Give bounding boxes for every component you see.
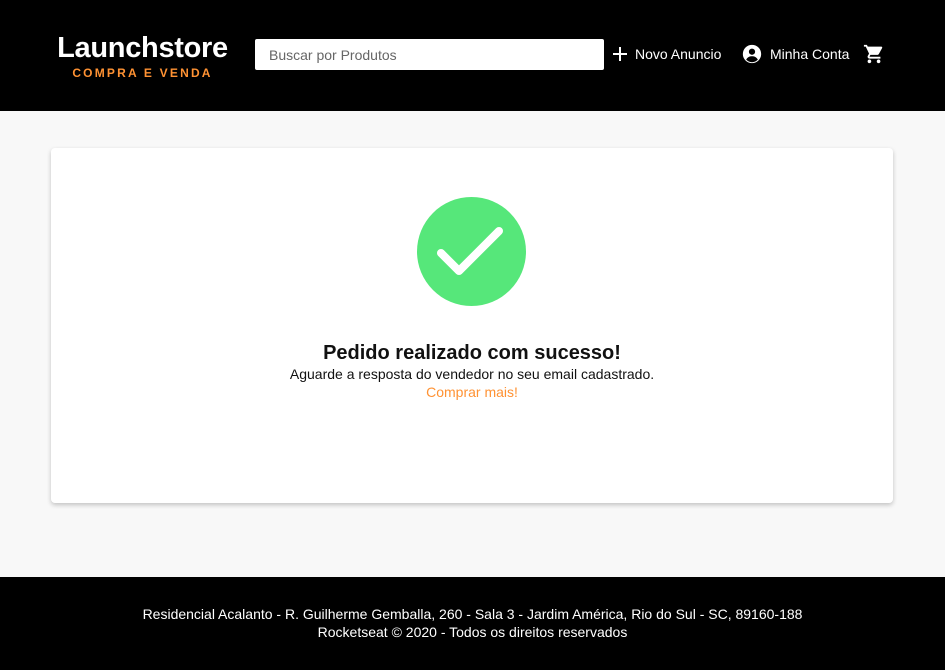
success-message: Aguarde a resposta do vendedor no seu em… (289, 366, 655, 382)
main-content: Pedido realizado com sucesso! Aguarde a … (0, 111, 945, 577)
footer-copyright: Rocketseat © 2020 - Todos os direitos re… (317, 624, 628, 640)
account-circle-icon (741, 43, 763, 65)
plus-icon (612, 46, 628, 62)
new-ad-label: Novo Anuncio (635, 46, 722, 62)
page-footer: Residencial Acalanto - R. Guilherme Gemb… (0, 577, 945, 670)
search-input[interactable] (255, 39, 604, 70)
brand-logo-link[interactable]: Launchstore COMPRA E VENDA (50, 30, 235, 80)
check-circle-icon (417, 197, 526, 306)
buy-more-link[interactable]: Comprar mais! (51, 384, 893, 400)
footer-address: Residencial Acalanto - R. Guilherme Gemb… (142, 606, 803, 622)
shopping-cart-icon (863, 43, 885, 65)
success-title: Pedido realizado com sucesso! (323, 342, 621, 364)
brand-title: Launchstore (57, 32, 228, 64)
cart-button[interactable] (863, 42, 885, 66)
my-account-label: Minha Conta (770, 46, 850, 62)
success-card: Pedido realizado com sucesso! Aguarde a … (51, 148, 893, 503)
my-account-link[interactable]: Minha Conta (741, 42, 849, 66)
top-header: Launchstore COMPRA E VENDA Novo Anuncio … (0, 0, 945, 111)
new-ad-link[interactable]: Novo Anuncio (612, 42, 721, 66)
brand-subtitle: COMPRA E VENDA (72, 66, 213, 80)
